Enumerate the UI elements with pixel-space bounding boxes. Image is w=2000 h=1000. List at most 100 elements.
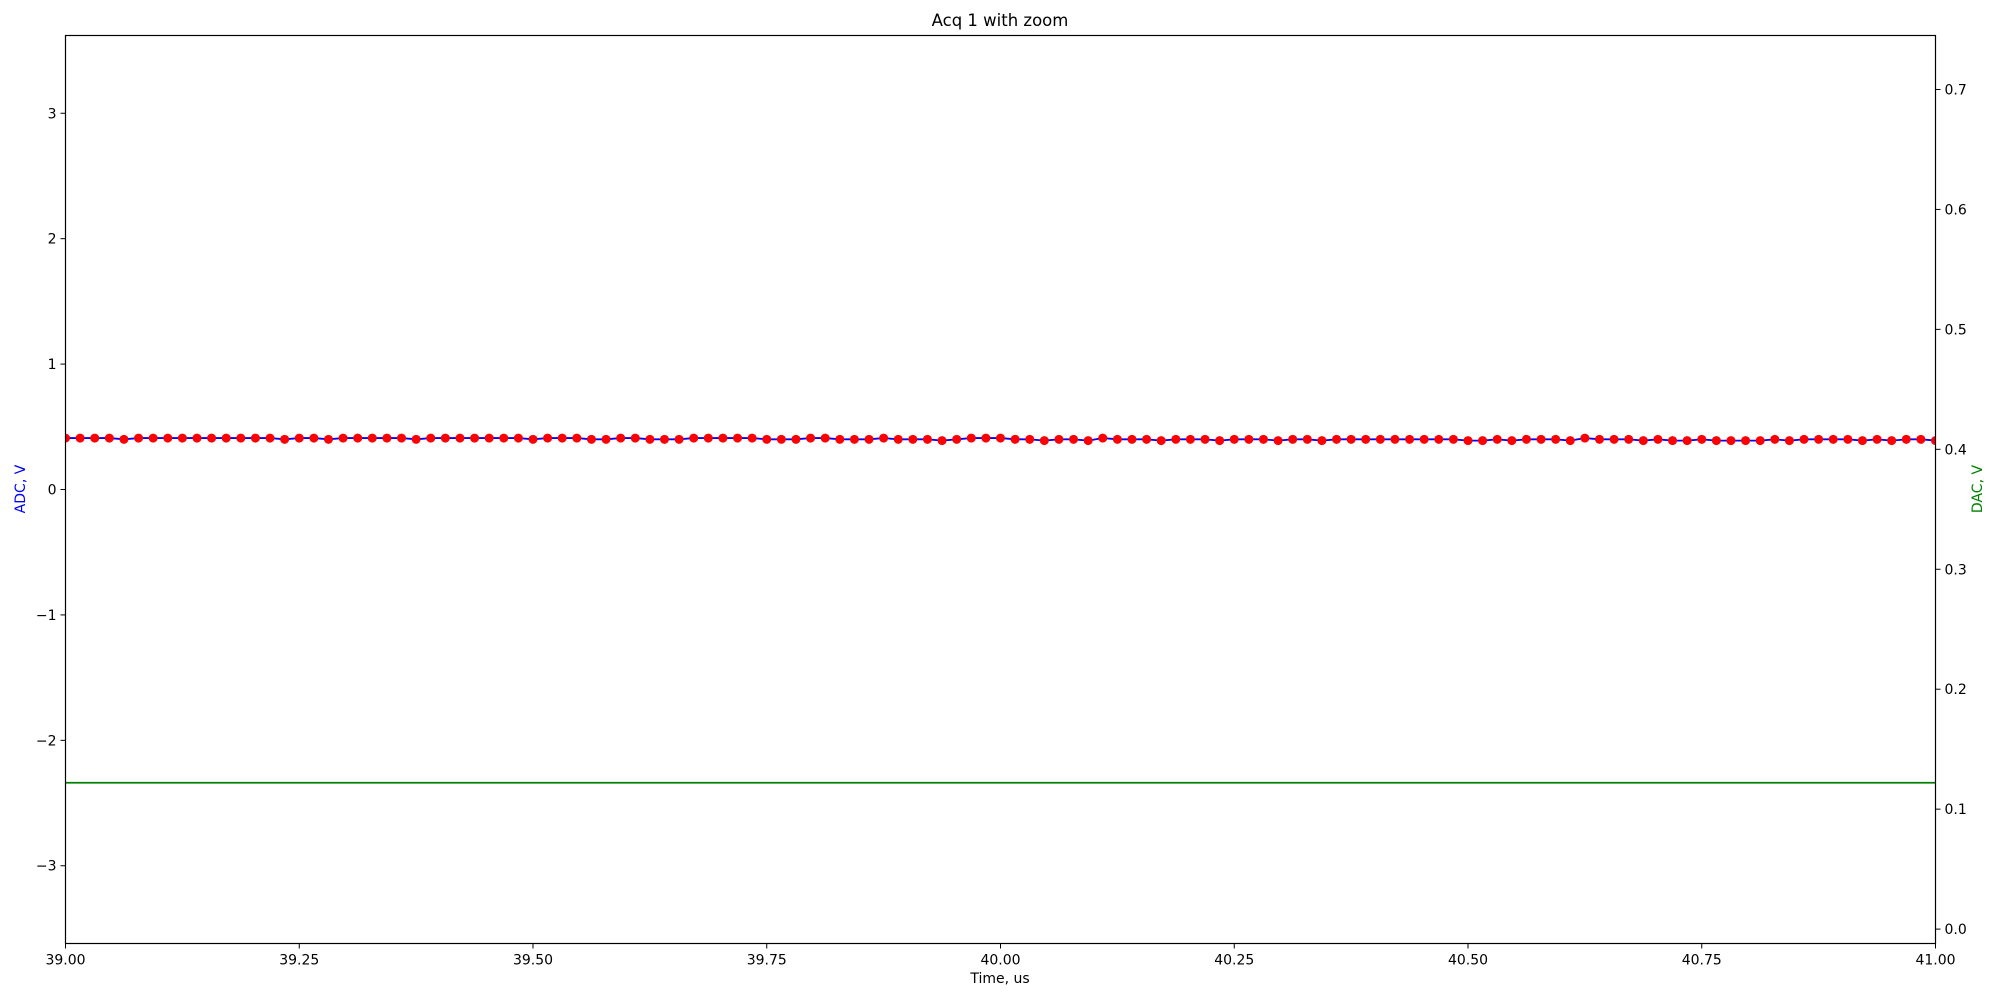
adc-data-point (1682, 436, 1692, 446)
adc-data-point (645, 434, 655, 444)
adc-data-point (1332, 434, 1342, 444)
y-right-tick-label: 0.7 (1945, 82, 1967, 98)
adc-data-point (1215, 436, 1225, 446)
adc-data-point (806, 433, 816, 443)
x-tick-label: 39.50 (513, 953, 553, 969)
adc-data-point (1551, 434, 1561, 444)
chart-svg: Acq 1 with zoom 39.00 39.25 39.50 39.75 40.0… (0, 0, 2000, 1000)
chart-figure: Acq 1 with zoom 39.00 39.25 39.50 39.75 40.0… (0, 0, 2000, 1000)
adc-data-point (1244, 434, 1254, 444)
adc-data-point (265, 433, 275, 443)
adc-data-point (937, 436, 947, 446)
x-tick-label: 39.00 (45, 953, 85, 969)
adc-data-point (616, 433, 626, 443)
adc-data-point (718, 433, 728, 443)
adc-data-point (586, 434, 596, 444)
adc-data-point (470, 433, 480, 443)
adc-data-point (163, 433, 173, 443)
adc-data-point (323, 434, 333, 444)
x-tick-label: 40.75 (1682, 953, 1722, 969)
adc-data-point (1156, 436, 1166, 446)
adc-data-point (776, 434, 786, 444)
adc-data-point (397, 433, 407, 443)
adc-data-point (1039, 436, 1049, 446)
y-right-tick-label: 0.5 (1945, 322, 1967, 338)
adc-data-point (353, 433, 363, 443)
adc-data-point (996, 433, 1005, 443)
adc-data-point (1229, 434, 1239, 444)
adc-data-point (1200, 434, 1210, 444)
adc-data-point (1609, 434, 1619, 444)
adc-data-point (309, 433, 319, 443)
x-tick-label: 40.00 (980, 953, 1020, 969)
adc-data-point (528, 434, 538, 444)
adc-data-point (1755, 436, 1765, 446)
adc-data-point (1375, 434, 1385, 444)
adc-data-point (1711, 436, 1721, 446)
adc-data-point (981, 433, 991, 443)
adc-data-point (411, 434, 421, 444)
adc-data-point (1069, 434, 1079, 444)
adc-data-point (1668, 436, 1678, 446)
adc-data-point (1054, 434, 1064, 444)
adc-data-point (177, 433, 187, 443)
adc-data-point (1521, 434, 1531, 444)
adc-data-point (1653, 434, 1663, 444)
adc-data-point (1098, 433, 1108, 443)
adc-data-point (1361, 434, 1371, 444)
adc-data-point (382, 433, 392, 443)
y-right-tick-label: 0.0 (1945, 922, 1967, 938)
y-right-tick-label: 0.6 (1945, 202, 1967, 218)
adc-data-point (294, 433, 304, 443)
x-tick-label: 39.25 (279, 953, 319, 969)
adc-data-point (1901, 434, 1911, 444)
adc-data-point (1828, 434, 1838, 444)
adc-data-point (75, 433, 85, 443)
adc-data-point (1317, 436, 1327, 446)
adc-data-point (864, 434, 874, 444)
y-axis-left-label: ADC, V (13, 464, 29, 513)
adc-data-point (250, 433, 260, 443)
adc-data-point (1258, 434, 1268, 444)
y-left-tick-label: 2 (48, 232, 57, 248)
adc-data-point (1887, 436, 1897, 446)
adc-data-point (879, 433, 889, 443)
adc-data-point (1478, 436, 1488, 446)
adc-data-point (1843, 434, 1853, 444)
y-right-tick-label: 0.3 (1945, 562, 1967, 578)
adc-data-point (236, 433, 246, 443)
adc-data-point (908, 434, 918, 444)
adc-data-point (207, 433, 217, 443)
adc-data-point (119, 434, 129, 444)
y-left-tick-label: −3 (36, 859, 57, 875)
adc-data-point (192, 433, 202, 443)
x-tick-label: 40.50 (1448, 953, 1488, 969)
adc-data-point (893, 434, 903, 444)
adc-data-point (601, 434, 611, 444)
chart-title: Acq 1 with zoom (932, 11, 1069, 30)
adc-data-point (1799, 434, 1809, 444)
y-left-tick-label: −2 (36, 733, 57, 749)
adc-data-point (221, 433, 231, 443)
y-left-tick-label: 0 (48, 483, 57, 499)
adc-data-point (1638, 436, 1648, 446)
adc-data-point (703, 433, 713, 443)
adc-data-point (1127, 434, 1137, 444)
adc-data-point (1507, 436, 1517, 446)
adc-data-point (426, 433, 436, 443)
adc-data-point (1857, 436, 1867, 446)
adc-data-point (966, 433, 976, 443)
adc-data-point (455, 433, 465, 443)
adc-data-point (689, 433, 699, 443)
adc-data-point (148, 433, 158, 443)
adc-data-point (484, 433, 494, 443)
adc-data-point (1302, 434, 1312, 444)
y-left-tick-label: −1 (36, 608, 57, 624)
adc-data-point (543, 433, 553, 443)
y-left-tick-label: 3 (48, 106, 57, 122)
adc-data-point (674, 434, 684, 444)
adc-data-point (1273, 436, 1283, 446)
adc-data-point (1492, 434, 1502, 444)
adc-data-point (733, 433, 743, 443)
adc-data-point (1010, 434, 1020, 444)
